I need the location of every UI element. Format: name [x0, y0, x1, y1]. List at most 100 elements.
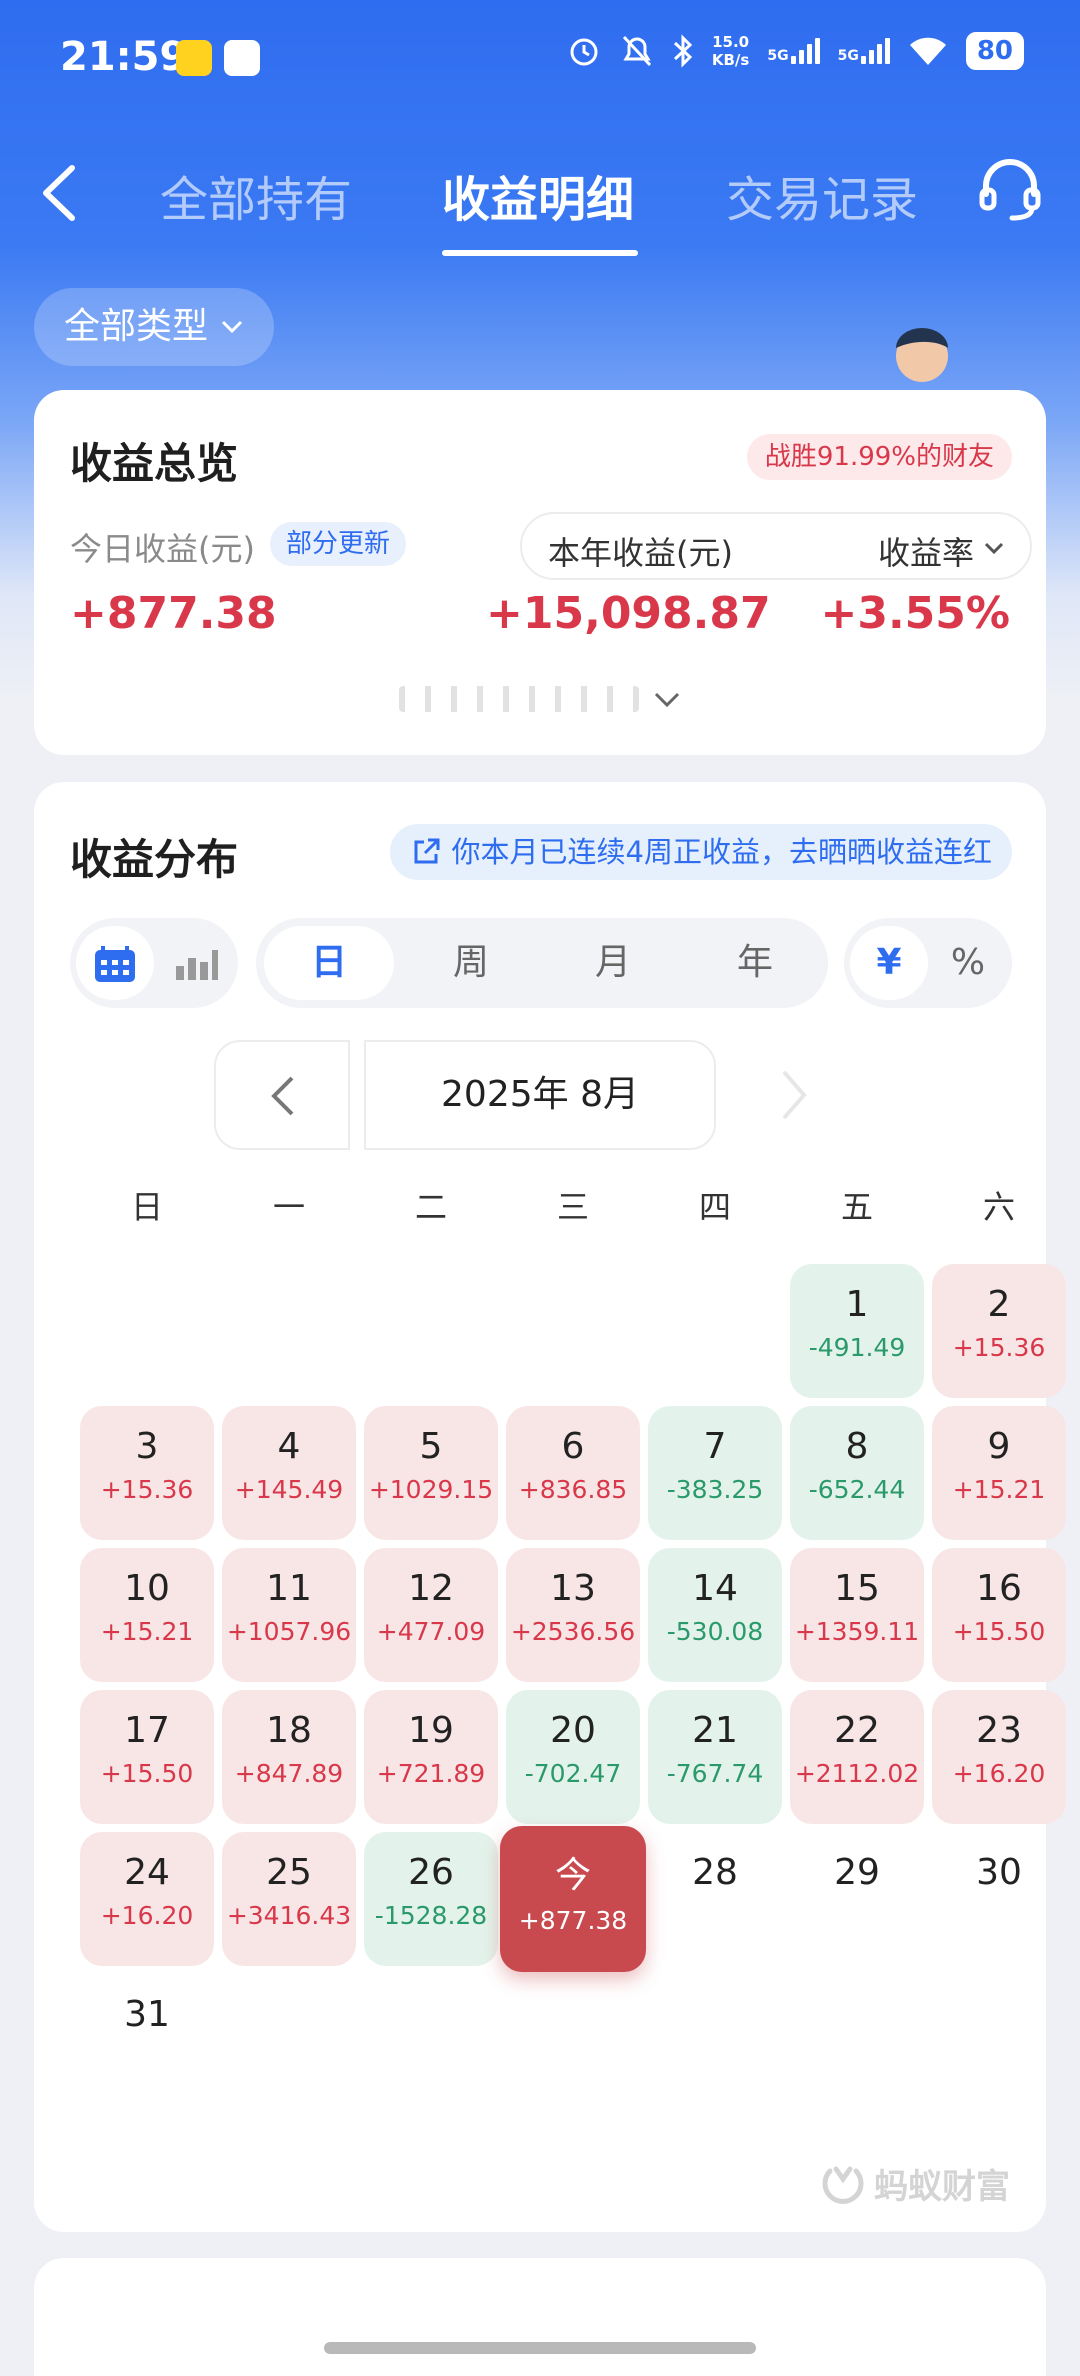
day-earnings: -383.25: [666, 1475, 764, 1504]
calendar-day[interactable]: 24 +16.20: [80, 1832, 214, 1966]
calendar-day[interactable]: 19 +721.89: [364, 1690, 498, 1824]
collapsed-details-preview: [399, 686, 639, 712]
day-earnings: +15.36: [952, 1333, 1046, 1362]
calendar-day[interactable]: 15 +1359.11: [790, 1548, 924, 1682]
calendar-day[interactable]: 5 +1029.15: [364, 1406, 498, 1540]
calendar-day[interactable]: 10 +15.21: [80, 1548, 214, 1682]
day-earnings: +2112.02: [794, 1759, 920, 1788]
calendar-day[interactable]: 21 -767.74: [648, 1690, 782, 1824]
period-year-tab[interactable]: 年: [690, 926, 820, 1000]
unit-yuan-button[interactable]: ¥: [850, 926, 928, 1000]
calendar-day[interactable]: 2 +15.36: [932, 1264, 1066, 1398]
bar-chart-view-button[interactable]: [160, 926, 232, 1000]
chevron-down-icon: [984, 542, 1004, 555]
weekday-label: 一: [272, 1188, 305, 1226]
calendar-day[interactable]: 6 +836.85: [506, 1406, 640, 1540]
today-earnings-value: +877.38: [70, 588, 277, 639]
day-number: 30: [976, 1852, 1022, 1893]
calendar-day[interactable]: 25 +3416.43: [222, 1832, 356, 1966]
tab-all-holdings[interactable]: 全部持有: [160, 160, 352, 230]
calendar-day[interactable]: 7 -383.25: [648, 1406, 782, 1540]
day-earnings: +15.50: [952, 1617, 1046, 1646]
unit-percent-button[interactable]: %: [930, 926, 1006, 1000]
calendar-day[interactable]: 9 +15.21: [932, 1406, 1066, 1540]
day-earnings: +1359.11: [794, 1617, 920, 1646]
day-number: 22: [834, 1710, 880, 1751]
type-filter-dropdown[interactable]: 全部类型: [34, 288, 275, 366]
year-earnings-value: +15,098.87: [486, 588, 771, 639]
network-speed: 15.0 KB/s: [711, 33, 750, 69]
share-streak-banner[interactable]: 你本月已连续4周正收益，去晒晒收益连红: [389, 824, 1012, 880]
status-bar: 21:59 15.0 KB/s 5G 5G 80: [0, 0, 1080, 120]
year-rate-selector[interactable]: 本年收益(元) 收益率: [520, 512, 1032, 580]
today-earnings-label: 今日收益(元): [70, 530, 255, 568]
prev-month-button[interactable]: [214, 1040, 350, 1150]
calendar-day[interactable]: 20 -702.47: [506, 1690, 640, 1824]
calendar-day[interactable]: 11 +1057.96: [222, 1548, 356, 1682]
calendar-day[interactable]: 16 +15.50: [932, 1548, 1066, 1682]
calendar-day[interactable]: 22 +2112.02: [790, 1690, 924, 1824]
customer-service-icon[interactable]: [974, 154, 1046, 226]
return-rate-value: +3.55%: [820, 588, 1010, 639]
calendar-day[interactable]: 14 -530.08: [648, 1548, 782, 1682]
beat-percentage-badge[interactable]: 战胜91.99%的财友: [746, 434, 1012, 480]
period-week-tab[interactable]: 周: [406, 926, 536, 1000]
status-icons: 15.0 KB/s 5G 5G 80: [566, 32, 1024, 70]
calendar-day[interactable]: 8 -652.44: [790, 1406, 924, 1540]
bluetooth-icon: [673, 34, 693, 68]
day-number: 14: [692, 1568, 738, 1609]
day-number: 15: [834, 1568, 880, 1609]
earnings-distribution-card: 收益分布 你本月已连续4周正收益，去晒晒收益连红 日 周 月 年 ¥ % 202…: [34, 782, 1066, 2232]
weekday-label: 日: [130, 1188, 163, 1226]
back-arrow-icon[interactable]: [30, 158, 90, 228]
calendar-day[interactable]: 13 +2536.56: [506, 1548, 640, 1682]
period-day-tab[interactable]: 日: [264, 926, 394, 1000]
overview-title: 收益总览: [70, 439, 239, 488]
view-mode-toggle: [70, 918, 238, 1008]
day-number: 7: [703, 1426, 727, 1467]
signal-5g-1: 5G: [767, 38, 820, 64]
distribution-title: 收益分布: [70, 835, 239, 884]
next-month-chevron-icon[interactable]: [774, 1062, 814, 1128]
day-earnings: +836.85: [518, 1475, 628, 1504]
day-number: 18: [266, 1710, 312, 1751]
calendar-day[interactable]: 23 +16.20: [932, 1690, 1066, 1824]
calendar-day[interactable]: 4 +145.49: [222, 1406, 356, 1540]
calendar-day[interactable]: 17 +15.50: [80, 1690, 214, 1824]
bar-chart-icon: [176, 950, 218, 980]
day-number: 10: [124, 1568, 170, 1609]
day-number: 3: [135, 1426, 159, 1467]
active-tab-indicator: [442, 250, 638, 256]
day-number: 6: [561, 1426, 585, 1467]
calendar-day-today[interactable]: 今 +877.38: [500, 1826, 646, 1972]
top-nav: 全部持有 收益明细 交易记录: [0, 130, 1080, 260]
day-earnings: +1029.15: [368, 1475, 494, 1504]
day-number: 4: [277, 1426, 301, 1467]
unit-selector: ¥ %: [844, 918, 1012, 1008]
period-month-tab[interactable]: 月: [548, 926, 678, 1000]
tab-earnings-detail[interactable]: 收益明细: [442, 160, 634, 230]
day-number: 13: [550, 1568, 596, 1609]
calendar-day[interactable]: 1 -491.49: [790, 1264, 924, 1398]
share-icon: [414, 838, 440, 864]
calendar-view-button[interactable]: [76, 926, 154, 1000]
day-number: 12: [408, 1568, 454, 1609]
day-number: 23: [976, 1710, 1022, 1751]
chevron-left-icon: [271, 1076, 294, 1116]
day-number: 9: [987, 1426, 1011, 1467]
tab-transactions[interactable]: 交易记录: [726, 160, 918, 230]
day-earnings: +145.49: [234, 1475, 344, 1504]
day-earnings: +15.21: [100, 1617, 194, 1646]
calendar-day[interactable]: 12 +477.09: [364, 1548, 498, 1682]
calendar-day[interactable]: 26 -1528.28: [364, 1832, 498, 1966]
calendar-day[interactable]: 18 +847.89: [222, 1690, 356, 1824]
calendar-day[interactable]: 3 +15.36: [80, 1406, 214, 1540]
day-earnings: +1057.96: [226, 1617, 352, 1646]
day-number: 今: [554, 1855, 591, 1896]
calendar-icon: [95, 946, 135, 982]
day-number: 21: [692, 1710, 738, 1751]
day-earnings: +3416.43: [226, 1901, 352, 1930]
calendar-day: 30: [932, 1832, 1066, 1966]
expand-chevron-icon[interactable]: [652, 690, 682, 710]
current-month-label[interactable]: 2025年 8月: [364, 1040, 716, 1150]
